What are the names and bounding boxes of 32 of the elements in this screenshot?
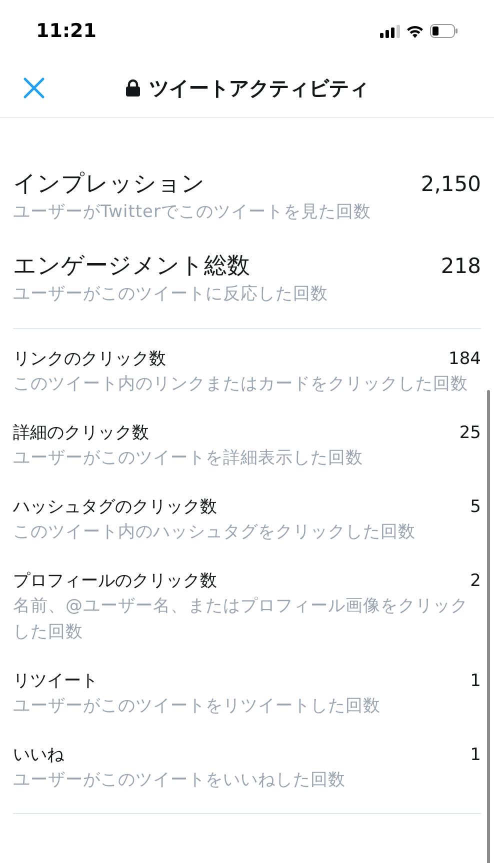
metric-label: エンゲージメント総数 (13, 252, 250, 281)
metric-value: 1 (470, 744, 481, 767)
metric-value: 2 (470, 570, 481, 593)
metric-description: ユーザーがこのツイートをリツイートした回数 (13, 695, 382, 718)
metric-value: 218 (440, 253, 481, 280)
metric-label: いいね (13, 744, 64, 767)
metric-label: リツイート (13, 670, 98, 693)
signal-icon (380, 24, 400, 38)
metric-description: ユーザーがこのツイートをいいねした回数 (13, 769, 346, 792)
metric-description: ユーザーがこのツイートを詳細表示した回数 (13, 447, 364, 470)
metric-value: 1 (470, 670, 481, 693)
header-title: ツイートアクティビティ (149, 74, 369, 102)
metric-description: ユーザーがTwitterでこのツイートを見た回数 (13, 201, 372, 224)
metric-label: インプレッション (13, 170, 205, 199)
metric-description: 名前、@ユーザー名、またはプロフィール画像をクリックした回数 (13, 595, 469, 644)
metric-label: プロフィールのクリック数 (13, 570, 217, 593)
wifi-icon (406, 24, 424, 38)
scrollbar[interactable] (487, 390, 490, 863)
metric-label: ハッシュタグのクリック数 (13, 496, 217, 519)
metric-value: 5 (470, 496, 481, 519)
metric-description: ユーザーがこのツイートに反応した回数 (13, 283, 329, 306)
metric-description: このツイート内のハッシュタグをクリックした回数 (13, 521, 416, 544)
lock-icon (125, 78, 141, 96)
metric-value: 2,150 (420, 171, 481, 198)
metric-label: 詳細のクリック数 (13, 422, 149, 445)
metric-value: 25 (459, 422, 481, 445)
metric-value: 184 (448, 348, 481, 371)
metric-label: リンクのクリック数 (13, 348, 166, 371)
status-time: 11:21 (36, 18, 96, 44)
close-icon (23, 77, 45, 99)
battery-icon (430, 24, 458, 38)
metric-description: このツイート内のリンクまたはカードをクリックした回数 (13, 373, 469, 396)
